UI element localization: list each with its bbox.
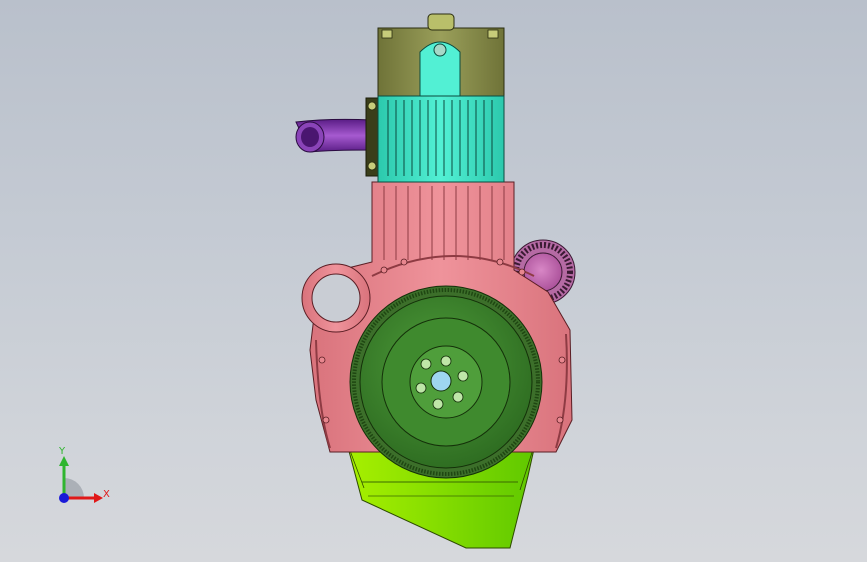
x-axis-label: X <box>103 489 110 500</box>
axis-triad: Y X <box>58 446 110 503</box>
intake-pipe[interactable] <box>295 97 379 177</box>
cad-viewport[interactable]: Y X <box>0 0 867 562</box>
y-axis-label: Y <box>58 446 66 457</box>
flywheel[interactable] <box>349 285 543 479</box>
model-canvas[interactable]: Y X <box>0 0 867 562</box>
z-axis-dot <box>59 493 69 503</box>
